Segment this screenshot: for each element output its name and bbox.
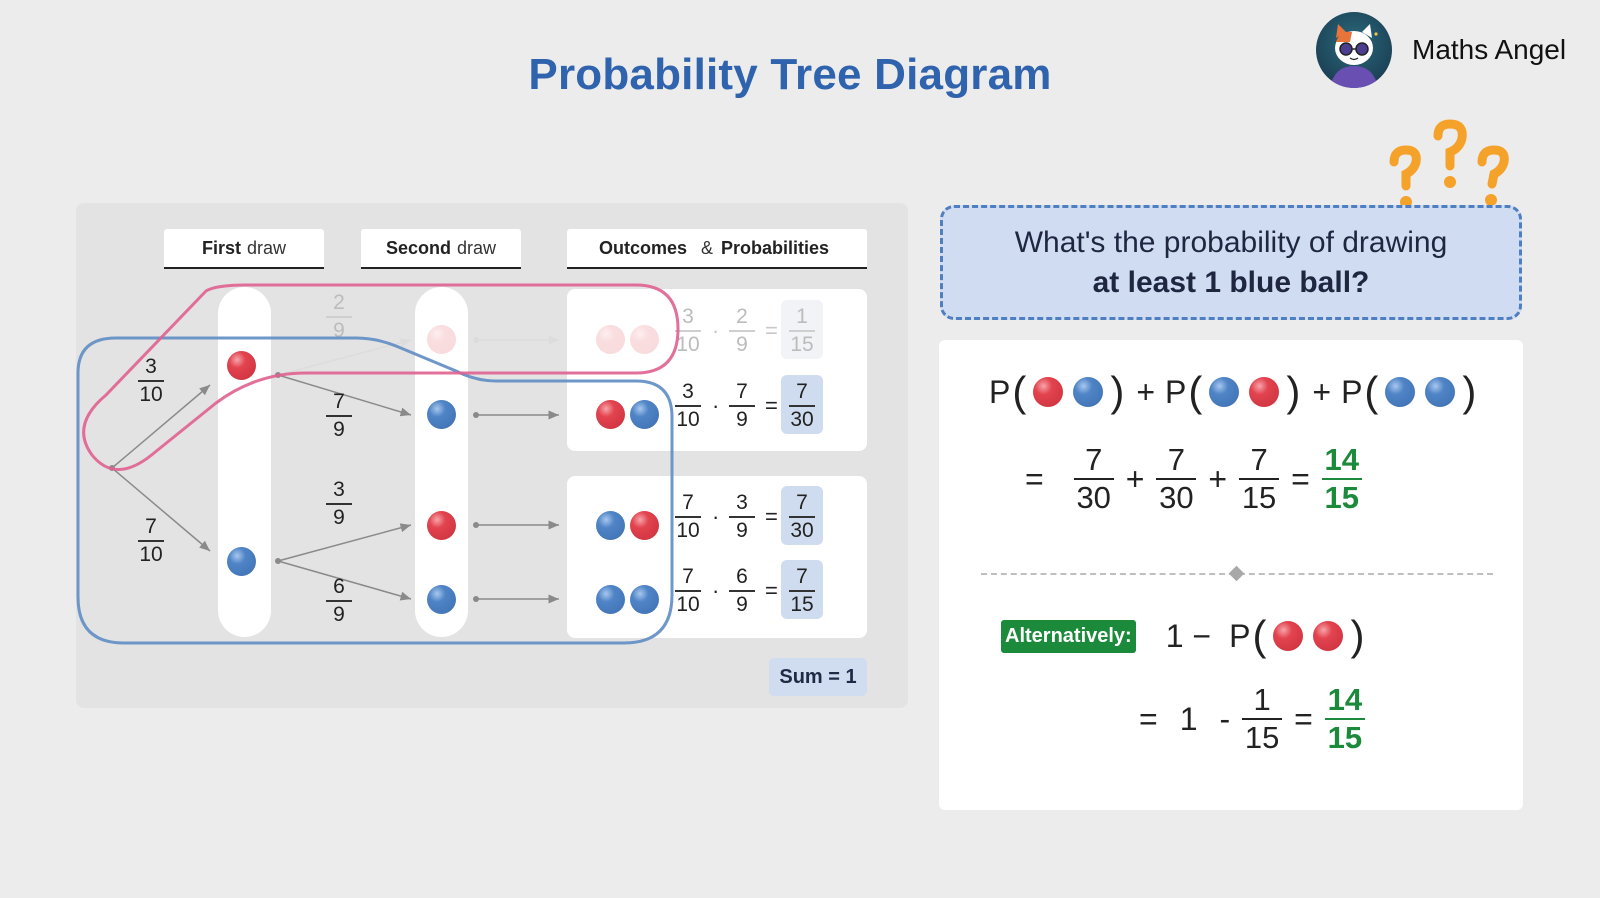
outcome-result: 7 15 [789, 565, 815, 616]
outcome-factor-1: 3 10 [675, 380, 701, 431]
open-paren: ( [1252, 612, 1267, 659]
red-ball-icon [1313, 621, 1344, 651]
brand: Maths Angel [1316, 12, 1566, 88]
alternative-expression: Alternatively: 1 − P ( ) [1001, 612, 1366, 660]
branch-red-red [277, 338, 412, 376]
open-paren: ( [1364, 368, 1379, 415]
prob-blue-blue: 69 [326, 575, 352, 627]
fraction-term-1: 7 30 [1073, 442, 1114, 516]
close-paren: ) [1350, 612, 1365, 659]
first-draw-blue-ball [227, 547, 256, 576]
prob-first-blue: 7 10 [138, 515, 164, 566]
prob-red-red: 29 [326, 291, 352, 343]
outcome-factor-2: 79 [729, 380, 755, 432]
sum-badge: Sum = 1 [769, 658, 867, 696]
red-ball-icon [1249, 377, 1280, 407]
tree-branches [109, 335, 559, 604]
blue-ball-icon [1073, 377, 1104, 407]
outcome-result: 1 15 [789, 305, 815, 356]
close-paren: ) [1110, 368, 1125, 415]
sum-of-outcomes-expression: P ( ) + P ( ) + P ( ) [989, 368, 1478, 416]
outcome-rb-ball-1 [596, 400, 625, 429]
equals-sign: = [1291, 460, 1310, 497]
outcome-rb-ball-2 [630, 400, 659, 429]
one: 1 [1179, 700, 1198, 737]
alternative-calculation: = 1 - 1 15 = 14 15 [1139, 682, 1377, 756]
outcome-factor-1: 7 10 [675, 565, 701, 616]
outcome-bb-ball-2 [630, 585, 659, 614]
red-ball-icon [1273, 621, 1304, 651]
multiply-dot: · [712, 393, 720, 418]
outcome-br-ball-2 [630, 511, 659, 540]
open-paren: ( [1188, 368, 1203, 415]
plus-sign: + [1312, 373, 1332, 410]
outcome-result: 7 30 [789, 380, 815, 431]
second-draw-blue-ball-2 [427, 585, 456, 614]
second-draw-red-ball-faded [427, 325, 456, 354]
close-paren: ) [1462, 368, 1477, 415]
fraction-one-fifteenth: 1 15 [1242, 682, 1283, 756]
equals-sign: = [765, 504, 778, 529]
blue-ball-icon [1385, 377, 1416, 407]
answer-fraction: 14 15 [1321, 442, 1362, 516]
outcome-factor-1: 7 10 [675, 491, 701, 542]
plus-sign: + [1136, 373, 1156, 410]
solution-panel: P ( ) + P ( ) + P ( ) = 7 30 + 7 30 + 7 15 … [939, 340, 1523, 810]
outcome-factor-2: 69 [729, 565, 755, 617]
outcome-bb-ball-1 [596, 585, 625, 614]
outcome-factor-2: 39 [729, 491, 755, 543]
question-marks-icon [1389, 119, 1509, 208]
branch-blue-red [277, 523, 412, 562]
question-line-2: at least 1 blue ball? [1092, 265, 1370, 299]
tree-diagram-panel: First draw Second draw Outcomes & Probabil… [76, 203, 908, 708]
equals-sign: = [1294, 700, 1313, 737]
p-symbol: P [1341, 373, 1363, 410]
brand-name: Maths Angel [1412, 34, 1567, 65]
red-ball-icon [1033, 377, 1064, 407]
equals-sign: = [765, 318, 778, 343]
minus-sign: - [1219, 700, 1231, 737]
equals-sign: = [1025, 460, 1044, 497]
equals-sign: = [1139, 700, 1158, 737]
blue-ball-icon [1209, 377, 1240, 407]
outcome-rr-ball-2 [630, 325, 659, 354]
prob-first-red: 3 10 [138, 355, 164, 406]
outcome-factor-1: 3 10 [675, 305, 701, 356]
one-minus: 1 − [1165, 617, 1212, 654]
outcome-factor-2: 29 [729, 305, 755, 357]
second-draw-blue-ball [427, 400, 456, 429]
close-paren: ) [1286, 368, 1301, 415]
second-draw-red-ball [427, 511, 456, 540]
blue-ball-icon [1425, 377, 1456, 407]
plus-sign: + [1208, 460, 1228, 497]
outcome-br-ball-1 [596, 511, 625, 540]
multiply-dot: · [712, 318, 720, 343]
answer-fraction: 14 15 [1324, 682, 1365, 756]
multiply-dot: · [712, 578, 720, 603]
alternatively-badge: Alternatively: [1001, 619, 1136, 653]
fraction-term-3: 7 15 [1239, 442, 1280, 516]
p-symbol: P [989, 373, 1011, 410]
p-symbol: P [1165, 373, 1187, 410]
divider-diamond-icon [1228, 565, 1245, 582]
outcome-result: 7 30 [789, 491, 815, 542]
p-symbol: P [1229, 617, 1251, 654]
sum-calculation: = 7 30 + 7 30 + 7 15 = 14 15 [1025, 442, 1374, 516]
fraction-term-2: 7 30 [1156, 442, 1197, 516]
outcome-rr-ball-1 [596, 325, 625, 354]
prob-blue-red: 39 [326, 478, 352, 530]
question-box: What's the probability of drawing at lea… [940, 205, 1522, 320]
cat-avatar-icon [1316, 12, 1392, 88]
multiply-dot: · [712, 504, 720, 529]
open-paren: ( [1012, 368, 1027, 415]
equals-sign: = [765, 578, 778, 603]
first-draw-red-ball [227, 351, 256, 380]
prob-red-blue: 79 [326, 390, 352, 442]
equals-sign: = [765, 393, 778, 418]
plus-sign: + [1125, 460, 1145, 497]
question-line-1: What's the probability of drawing [1014, 225, 1448, 259]
